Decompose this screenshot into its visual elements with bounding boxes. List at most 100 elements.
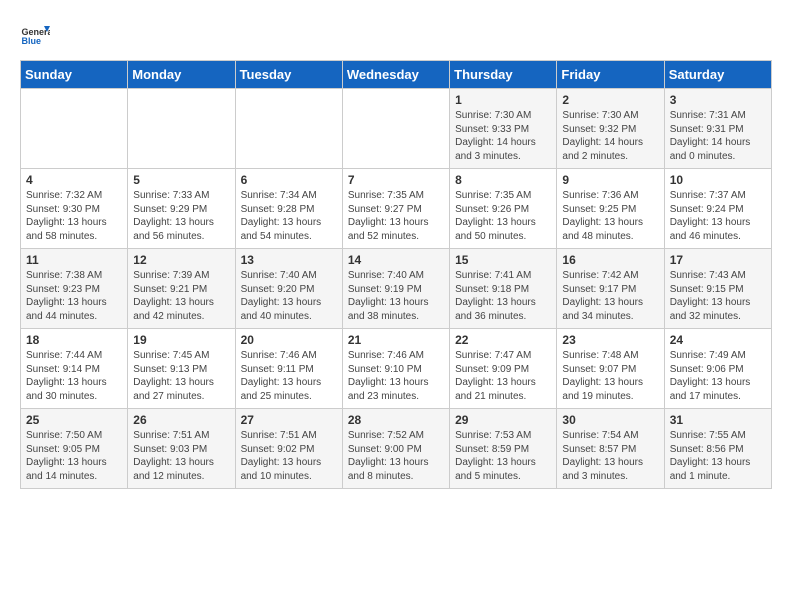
cell-content: Sunrise: 7:54 AM Sunset: 8:57 PM Dayligh…: [562, 429, 658, 483]
day-number: 18: [26, 333, 122, 347]
day-number: 6: [241, 173, 337, 187]
day-number: 15: [455, 253, 551, 267]
day-number: 23: [562, 333, 658, 347]
calendar-cell: 13 Sunrise: 7:40 AM Sunset: 9:20 PM Dayli…: [235, 249, 342, 329]
calendar-cell: 8Sunrise: 7:35 AM Sunset: 9:26 PM Daylig…: [450, 169, 557, 249]
week-row-1: 1 Sunrise: 7:30 AM Sunset: 9:33 PM Daylig…: [21, 89, 772, 169]
day-number: 24: [670, 333, 766, 347]
day-number: 21: [348, 333, 444, 347]
calendar-cell: 10 Sunrise: 7:37 AM Sunset: 9:24 PM Dayli…: [664, 169, 771, 249]
calendar-cell: [342, 89, 449, 169]
day-number: 9: [562, 173, 658, 187]
cell-content: Sunrise: 7:47 AM Sunset: 9:09 PM Dayligh…: [455, 349, 551, 403]
header-friday: Friday: [557, 61, 664, 89]
header-monday: Monday: [128, 61, 235, 89]
cell-content: Sunrise: 7:46 AM Sunset: 9:10 PM Dayligh…: [348, 349, 444, 403]
calendar-cell: 25 Sunrise: 7:50 AM Sunset: 9:05 PM Dayli…: [21, 409, 128, 489]
week-row-5: 25 Sunrise: 7:50 AM Sunset: 9:05 PM Dayli…: [21, 409, 772, 489]
calendar-cell: 24 Sunrise: 7:49 AM Sunset: 9:06 PM Dayli…: [664, 329, 771, 409]
cell-content: Sunrise: 7:52 AM Sunset: 9:00 PM Dayligh…: [348, 429, 444, 483]
calendar-cell: 7 Sunrise: 7:35 AM Sunset: 9:27 PM Daylig…: [342, 169, 449, 249]
calendar-cell: 27 Sunrise: 7:51 AM Sunset: 9:02 PM Dayli…: [235, 409, 342, 489]
day-number: 16: [562, 253, 658, 267]
day-number: 30: [562, 413, 658, 427]
calendar-cell: 5Sunrise: 7:33 AM Sunset: 9:29 PM Daylig…: [128, 169, 235, 249]
cell-content: Sunrise: 7:34 AM Sunset: 9:28 PM Dayligh…: [241, 189, 337, 243]
cell-content: Sunrise: 7:43 AM Sunset: 9:15 PM Dayligh…: [670, 269, 766, 323]
calendar-cell: 12 Sunrise: 7:39 AM Sunset: 9:21 PM Dayli…: [128, 249, 235, 329]
page-header: General Blue: [20, 20, 772, 50]
cell-content: Sunrise: 7:37 AM Sunset: 9:24 PM Dayligh…: [670, 189, 766, 243]
header-wednesday: Wednesday: [342, 61, 449, 89]
day-number: 4: [26, 173, 122, 187]
cell-content: Sunrise: 7:41 AM Sunset: 9:18 PM Dayligh…: [455, 269, 551, 323]
calendar-cell: 19 Sunrise: 7:45 AM Sunset: 9:13 PM Dayli…: [128, 329, 235, 409]
header-sunday: Sunday: [21, 61, 128, 89]
day-number: 12: [133, 253, 229, 267]
calendar-cell: 2 Sunrise: 7:30 AM Sunset: 9:32 PM Daylig…: [557, 89, 664, 169]
cell-content: Sunrise: 7:36 AM Sunset: 9:25 PM Dayligh…: [562, 189, 658, 243]
calendar-cell: 30 Sunrise: 7:54 AM Sunset: 8:57 PM Dayli…: [557, 409, 664, 489]
day-number: 19: [133, 333, 229, 347]
cell-content: Sunrise: 7:46 AM Sunset: 9:11 PM Dayligh…: [241, 349, 337, 403]
day-number: 25: [26, 413, 122, 427]
svg-text:Blue: Blue: [22, 36, 42, 46]
week-row-4: 18 Sunrise: 7:44 AM Sunset: 9:14 PM Dayli…: [21, 329, 772, 409]
calendar-cell: 28 Sunrise: 7:52 AM Sunset: 9:00 PM Dayli…: [342, 409, 449, 489]
cell-content: Sunrise: 7:35 AM Sunset: 9:27 PM Dayligh…: [348, 189, 444, 243]
day-number: 27: [241, 413, 337, 427]
day-number: 1: [455, 93, 551, 107]
day-number: 31: [670, 413, 766, 427]
cell-content: Sunrise: 7:30 AM Sunset: 9:32 PM Dayligh…: [562, 109, 658, 163]
cell-content: Sunrise: 7:49 AM Sunset: 9:06 PM Dayligh…: [670, 349, 766, 403]
calendar-cell: 9 Sunrise: 7:36 AM Sunset: 9:25 PM Daylig…: [557, 169, 664, 249]
calendar-cell: 22 Sunrise: 7:47 AM Sunset: 9:09 PM Dayli…: [450, 329, 557, 409]
header-thursday: Thursday: [450, 61, 557, 89]
calendar-cell: 31Sunrise: 7:55 AM Sunset: 8:56 PM Dayli…: [664, 409, 771, 489]
cell-content: Sunrise: 7:32 AM Sunset: 9:30 PM Dayligh…: [26, 189, 122, 243]
cell-content: Sunrise: 7:51 AM Sunset: 9:03 PM Dayligh…: [133, 429, 229, 483]
header-saturday: Saturday: [664, 61, 771, 89]
day-number: 7: [348, 173, 444, 187]
day-number: 29: [455, 413, 551, 427]
calendar-cell: 23 Sunrise: 7:48 AM Sunset: 9:07 PM Dayli…: [557, 329, 664, 409]
calendar-cell: 1 Sunrise: 7:30 AM Sunset: 9:33 PM Daylig…: [450, 89, 557, 169]
day-number: 10: [670, 173, 766, 187]
week-row-3: 11Sunrise: 7:38 AM Sunset: 9:23 PM Dayli…: [21, 249, 772, 329]
calendar-table: SundayMondayTuesdayWednesdayThursdayFrid…: [20, 60, 772, 489]
cell-content: Sunrise: 7:48 AM Sunset: 9:07 PM Dayligh…: [562, 349, 658, 403]
day-number: 3: [670, 93, 766, 107]
cell-content: Sunrise: 7:39 AM Sunset: 9:21 PM Dayligh…: [133, 269, 229, 323]
day-number: 28: [348, 413, 444, 427]
cell-content: Sunrise: 7:30 AM Sunset: 9:33 PM Dayligh…: [455, 109, 551, 163]
day-number: 5: [133, 173, 229, 187]
day-number: 17: [670, 253, 766, 267]
calendar-cell: [235, 89, 342, 169]
calendar-cell: [128, 89, 235, 169]
cell-content: Sunrise: 7:35 AM Sunset: 9:26 PM Dayligh…: [455, 189, 551, 243]
day-number: 13: [241, 253, 337, 267]
calendar-cell: 26 Sunrise: 7:51 AM Sunset: 9:03 PM Dayli…: [128, 409, 235, 489]
cell-content: Sunrise: 7:50 AM Sunset: 9:05 PM Dayligh…: [26, 429, 122, 483]
cell-content: Sunrise: 7:51 AM Sunset: 9:02 PM Dayligh…: [241, 429, 337, 483]
cell-content: Sunrise: 7:44 AM Sunset: 9:14 PM Dayligh…: [26, 349, 122, 403]
cell-content: Sunrise: 7:40 AM Sunset: 9:20 PM Dayligh…: [241, 269, 337, 323]
week-row-2: 4 Sunrise: 7:32 AM Sunset: 9:30 PM Daylig…: [21, 169, 772, 249]
logo-icon: General Blue: [20, 20, 50, 50]
logo: General Blue: [20, 20, 50, 50]
day-number: 2: [562, 93, 658, 107]
calendar-cell: 14 Sunrise: 7:40 AM Sunset: 9:19 PM Dayli…: [342, 249, 449, 329]
calendar-cell: 11Sunrise: 7:38 AM Sunset: 9:23 PM Dayli…: [21, 249, 128, 329]
day-number: 26: [133, 413, 229, 427]
calendar-cell: 29 Sunrise: 7:53 AM Sunset: 8:59 PM Dayli…: [450, 409, 557, 489]
cell-content: Sunrise: 7:40 AM Sunset: 9:19 PM Dayligh…: [348, 269, 444, 323]
day-number: 22: [455, 333, 551, 347]
calendar-cell: 18 Sunrise: 7:44 AM Sunset: 9:14 PM Dayli…: [21, 329, 128, 409]
day-number: 14: [348, 253, 444, 267]
cell-content: Sunrise: 7:45 AM Sunset: 9:13 PM Dayligh…: [133, 349, 229, 403]
calendar-cell: 20Sunrise: 7:46 AM Sunset: 9:11 PM Dayli…: [235, 329, 342, 409]
header-row: SundayMondayTuesdayWednesdayThursdayFrid…: [21, 61, 772, 89]
calendar-cell: 3Sunrise: 7:31 AM Sunset: 9:31 PM Daylig…: [664, 89, 771, 169]
cell-content: Sunrise: 7:53 AM Sunset: 8:59 PM Dayligh…: [455, 429, 551, 483]
calendar-cell: 6 Sunrise: 7:34 AM Sunset: 9:28 PM Daylig…: [235, 169, 342, 249]
